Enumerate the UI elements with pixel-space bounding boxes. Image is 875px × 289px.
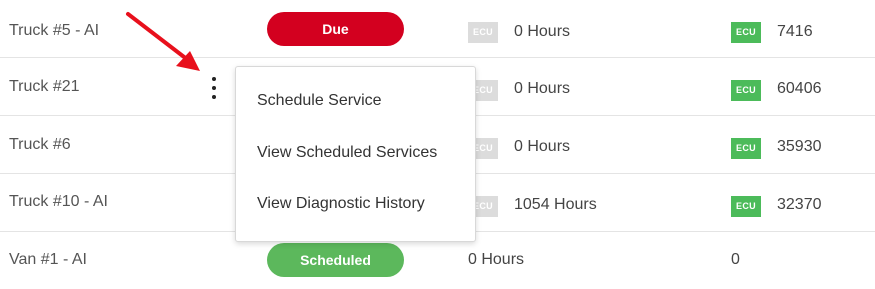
- kebab-menu-icon[interactable]: [205, 77, 223, 99]
- vehicle-name[interactable]: Truck #5 - AI: [9, 0, 99, 57]
- vehicle-name[interactable]: Truck #21: [9, 58, 80, 115]
- ecu-badge: ECU: [468, 22, 498, 43]
- menu-item-schedule-service[interactable]: Schedule Service: [257, 92, 382, 110]
- engine-hours: 0 Hours: [514, 80, 571, 97]
- kebab-dot: [212, 95, 216, 99]
- odometer-value: 0: [731, 251, 740, 268]
- vehicle-name[interactable]: Van #1 - AI: [9, 232, 87, 289]
- vehicle-name[interactable]: Truck #10 - AI: [9, 174, 108, 231]
- odometer-value: 60406: [777, 80, 822, 97]
- engine-hours: 0 Hours: [514, 138, 571, 155]
- odometer-value: 35930: [777, 138, 822, 155]
- kebab-dot: [212, 86, 216, 90]
- actions-dropdown-menu: Schedule Service View Scheduled Services…: [235, 66, 476, 242]
- menu-item-view-scheduled-services[interactable]: View Scheduled Services: [257, 144, 437, 162]
- engine-hours: 0 Hours: [514, 23, 571, 40]
- annotation-arrow: [126, 12, 200, 71]
- ecu-badge: ECU: [731, 138, 761, 159]
- odometer-value: 7416: [777, 23, 813, 40]
- menu-item-view-diagnostic-history[interactable]: View Diagnostic History: [257, 195, 425, 213]
- status-badge-due[interactable]: Due: [267, 12, 404, 46]
- engine-hours: 1054 Hours: [514, 196, 597, 213]
- engine-hours: 0 Hours: [468, 251, 525, 268]
- ecu-badge: ECU: [731, 80, 761, 101]
- vehicle-name[interactable]: Truck #6: [9, 116, 71, 173]
- kebab-dot: [212, 77, 216, 81]
- ecu-badge: ECU: [731, 196, 761, 217]
- ecu-badge: ECU: [731, 22, 761, 43]
- odometer-value: 32370: [777, 196, 822, 213]
- status-badge-scheduled[interactable]: Scheduled: [267, 243, 404, 277]
